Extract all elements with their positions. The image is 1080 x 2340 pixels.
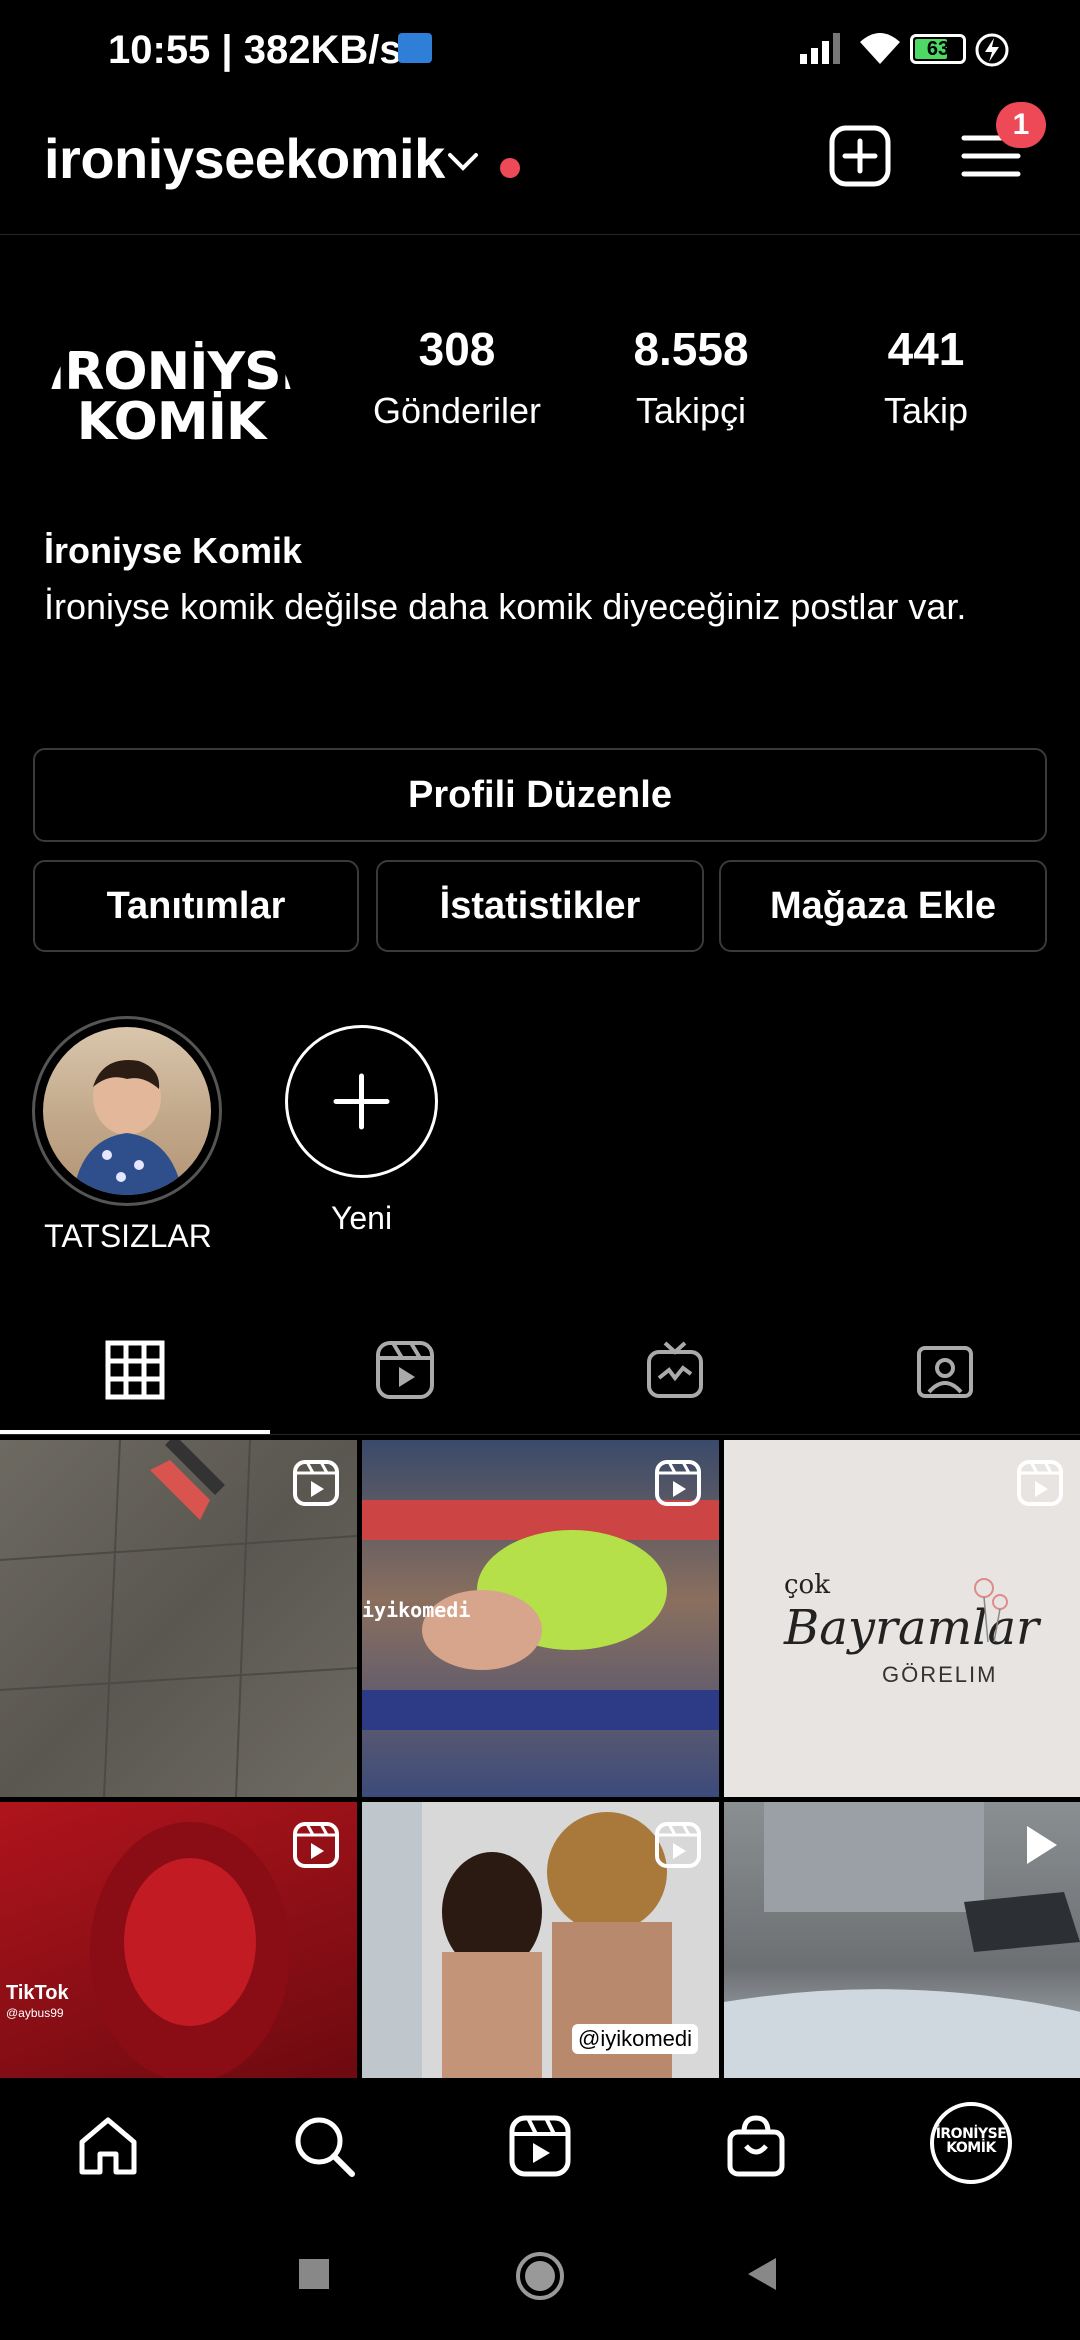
stat-value: 441 <box>887 323 965 375</box>
menu-notification-badge: 1 <box>996 102 1046 148</box>
nav-avatar-line2: KOMİK <box>946 2140 996 2156</box>
grid-icon <box>105 1340 165 1400</box>
grid-post[interactable]: iyikomedi <box>362 1440 719 1797</box>
recents-button[interactable] <box>296 2256 332 2292</box>
status-bar: 10:55 | 382KB/s 63 <box>0 0 1080 100</box>
tab-igtv[interactable] <box>540 1310 810 1434</box>
charging-icon <box>975 33 1009 67</box>
nav-home[interactable] <box>0 2078 216 2220</box>
tab-reels[interactable] <box>270 1310 540 1434</box>
username-switcher[interactable]: ironiyseekomik <box>44 126 445 191</box>
grid-post[interactable]: TikTok @aybus99 <box>0 1802 357 2078</box>
stat-label: Takip <box>883 390 969 431</box>
profile-avatar: İRONİYSE KOMİK <box>930 2102 1012 2184</box>
reels-icon <box>293 1460 339 1506</box>
home-icon <box>79 2117 137 2175</box>
battery-level: 63 <box>926 38 950 60</box>
chevron-down-icon[interactable] <box>446 150 480 174</box>
stat-label: Takipçi <box>635 390 747 431</box>
back-button[interactable] <box>742 2254 782 2294</box>
post-caption: TikTok <box>6 1982 69 2004</box>
grid-post[interactable]: @iyikomedi <box>362 1802 719 2078</box>
home-button[interactable] <box>514 2250 566 2302</box>
wifi-icon <box>860 33 900 64</box>
reels-icon <box>655 1460 701 1506</box>
post-caption-small: çok <box>784 1570 830 1600</box>
reels-icon <box>1017 1460 1063 1506</box>
nav-reels[interactable] <box>432 2078 648 2220</box>
highlight-tatsizlar[interactable] <box>32 1016 222 1206</box>
post-caption: @iyikomedi <box>572 2024 699 2054</box>
stat-following[interactable]: 441 Takip <box>826 322 1026 432</box>
avatar-logo-line2: KOMİK <box>76 392 267 452</box>
flower-decoration <box>974 1578 1008 1642</box>
reels-icon <box>509 2115 571 2177</box>
grid-post[interactable] <box>0 1440 357 1797</box>
bottom-navigation: İRONİYSE KOMİK <box>0 2078 1080 2220</box>
profile-avatar[interactable]: İRONİYSE KOMİK <box>46 300 296 550</box>
edit-profile-button[interactable]: Profili Düzenle <box>33 748 1047 842</box>
highlight-label: TATSIZLAR <box>44 1218 212 1254</box>
igtv-icon <box>647 1341 703 1398</box>
highlight-label: Yeni <box>330 1200 393 1236</box>
nav-search[interactable] <box>216 2078 432 2220</box>
stat-label: Gönderiler <box>372 390 542 431</box>
stat-value: 8.558 <box>633 323 749 375</box>
system-navigation-bar <box>0 2220 1080 2340</box>
tagged-icon <box>917 1346 973 1398</box>
shop-icon <box>727 2115 785 2177</box>
promotions-button[interactable]: Tanıtımlar <box>33 860 359 952</box>
tab-tagged[interactable] <box>810 1310 1080 1434</box>
post-caption-sub: @aybus99 <box>6 2006 64 2020</box>
stat-value: 308 <box>418 323 496 375</box>
post-caption: iyikomedi <box>362 1598 471 1622</box>
stat-posts[interactable]: 308 Gönderiler <box>357 322 557 432</box>
new-post-icon[interactable] <box>828 124 892 188</box>
post-caption-caps: GÖRELIM <box>882 1662 998 1687</box>
tab-posts-grid[interactable] <box>0 1310 270 1434</box>
status-time: 10:55 | 382KB/s <box>108 28 402 72</box>
profile-bio: İroniyse komik değilse daha komik diyece… <box>44 586 967 627</box>
grid-post[interactable] <box>724 1802 1080 2078</box>
reels-icon <box>376 1341 434 1399</box>
signal-icon <box>800 33 840 64</box>
video-play-icon <box>1027 1826 1057 1864</box>
network-activity-icon <box>398 33 432 63</box>
notification-dot <box>500 158 520 178</box>
nav-shop[interactable] <box>648 2078 864 2220</box>
stat-followers[interactable]: 8.558 Takipçi <box>591 322 791 432</box>
search-icon <box>295 2117 355 2177</box>
nav-profile[interactable]: İRONİYSE KOMİK <box>864 2078 1080 2220</box>
reels-icon <box>655 1822 701 1868</box>
plus-icon <box>333 1073 390 1130</box>
profile-header: ironiyseekomik 1 <box>0 100 1080 235</box>
add-shop-button[interactable]: Mağaza Ekle <box>719 860 1047 952</box>
highlight-cover-image <box>43 1027 211 1195</box>
profile-full-name: İroniyse Komik <box>44 530 303 571</box>
new-highlight-button[interactable] <box>285 1025 438 1178</box>
grid-post[interactable]: çok Bayramlar GÖRELIM <box>724 1440 1080 1797</box>
active-tab-indicator <box>0 1430 270 1434</box>
battery-icon: 63 <box>910 34 966 64</box>
reels-icon <box>293 1822 339 1868</box>
insights-button[interactable]: İstatistikler <box>376 860 704 952</box>
profile-tabs <box>0 1310 1080 1435</box>
